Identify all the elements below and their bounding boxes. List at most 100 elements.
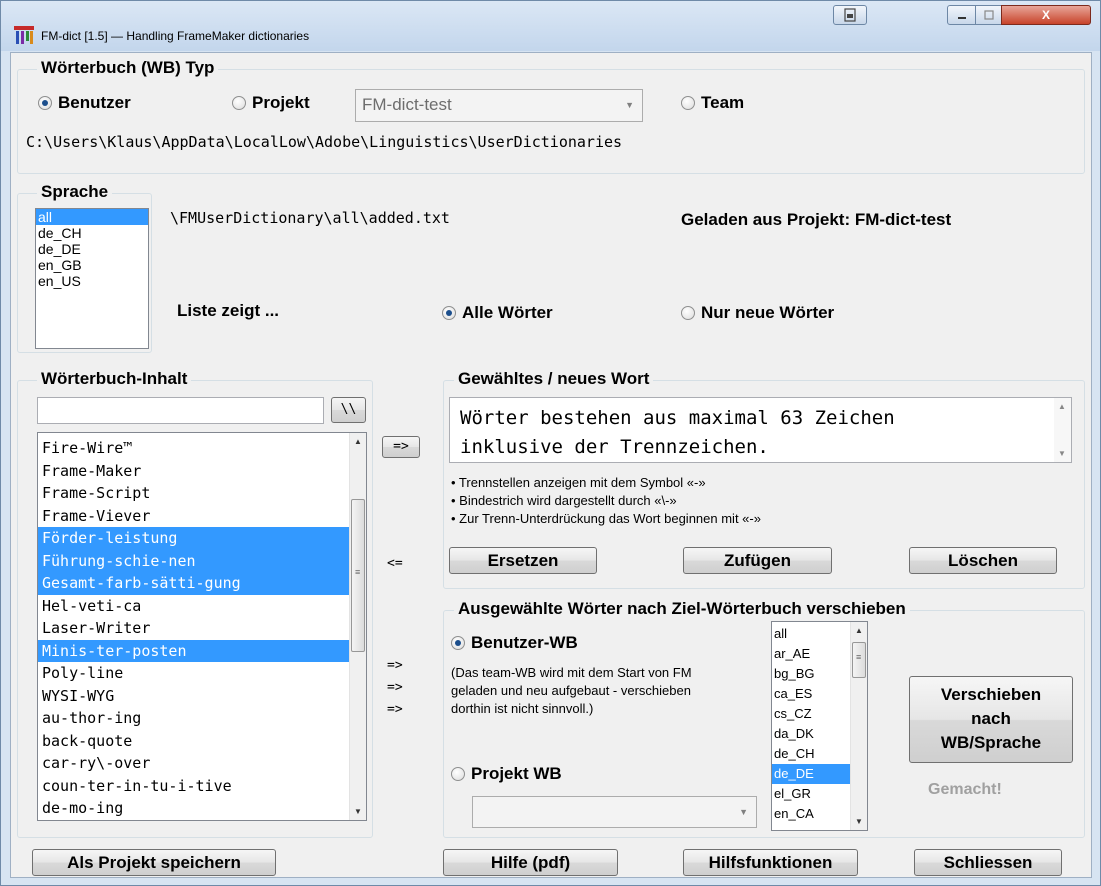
sprache-list-item[interactable]: de_DE (36, 241, 148, 257)
word-list-item[interactable]: Laser-Writer (38, 617, 350, 640)
word-textarea-scrollbar[interactable]: ▲ ▼ (1054, 398, 1071, 462)
word-list-item[interactable]: Gesamt-farb-sätti-gung (38, 572, 350, 595)
sprache-listbox[interactable]: all de_CH de_DE en_GB en_US (35, 208, 149, 349)
move-to-wb-button[interactable]: Verschieben nach WB/Sprache (909, 676, 1073, 763)
word-list-item[interactable]: au-thor-ing (38, 707, 350, 730)
radio-projekt-wb[interactable]: Projekt WB (451, 764, 562, 784)
target-language-item[interactable]: de_CH (772, 744, 851, 764)
word-list-item[interactable]: de-mo-ing (38, 797, 350, 820)
app-icon (14, 26, 34, 44)
hint-3: • Zur Trenn-Unterdrückung das Wort begin… (451, 511, 761, 526)
app-window: FM-dict [1.5] — Handling FrameMaker dict… (0, 0, 1101, 886)
word-list-item[interactable]: Förder-leistung (38, 527, 350, 550)
note-line2: geladen und neu aufgebaut - verschieben (451, 683, 691, 698)
target-language-listbox[interactable]: all ar_AE bg_BG ca_ES cs_CZ da_DK de_CH de_DE el… (771, 621, 868, 831)
radio-selected-icon (38, 96, 52, 110)
word-list-item[interactable]: WYSI-WYG (38, 685, 350, 708)
target-language-item[interactable]: ca_ES (772, 684, 851, 704)
close-app-button[interactable]: Schliessen (914, 849, 1062, 876)
words-scrollbar[interactable]: ▲ ≡ ▼ (349, 433, 366, 820)
radio-unselected-icon (681, 96, 695, 110)
minimize-icon (957, 17, 966, 19)
target-language-item[interactable]: de_DE (772, 764, 851, 784)
radio-alle-woerter[interactable]: Alle Wörter (442, 303, 553, 323)
window-title: FM-dict [1.5] — Handling FrameMaker dict… (41, 29, 310, 43)
scroll-down-icon[interactable]: ▼ (350, 803, 366, 820)
words-listbox[interactable]: Fire-Wire™ Frame-Maker Frame-Script Frame-V… (37, 432, 367, 821)
target-language-item[interactable]: cs_CZ (772, 704, 851, 724)
sprache-list-item[interactable]: de_CH (36, 225, 148, 241)
target-language-item[interactable]: el_GR (772, 784, 851, 804)
filter-input[interactable] (37, 397, 324, 424)
project-combo[interactable]: FM-dict-test ▼ (355, 89, 643, 122)
scroll-up-icon[interactable]: ▲ (851, 622, 867, 639)
scroll-thumb[interactable]: ≡ (852, 642, 866, 678)
target-language-item[interactable]: da_DK (772, 724, 851, 744)
add-button[interactable]: Zufügen (683, 547, 832, 574)
wb-type-group-label: Wörterbuch (WB) Typ (37, 58, 219, 78)
title-bar[interactable]: FM-dict [1.5] — Handling FrameMaker dict… (1, 1, 1100, 51)
client-area: Wörterbuch (WB) Typ Benutzer Projekt FM-… (10, 52, 1092, 878)
target-language-item[interactable]: all (772, 624, 851, 644)
scroll-thumb[interactable]: ≡ (351, 499, 365, 652)
word-list-item[interactable]: Poly-line (38, 662, 350, 685)
scroll-down-icon[interactable]: ▼ (851, 813, 867, 830)
radio-benutzer-wb-label: Benutzer-WB (471, 633, 578, 652)
word-list-item[interactable]: car-ry\-over (38, 752, 350, 775)
hint-1: • Trennstellen anzeigen mit dem Symbol «… (451, 475, 706, 490)
radio-team-label: Team (701, 93, 745, 112)
minimize-button[interactable] (947, 5, 976, 25)
target-language-item[interactable]: ar_AE (772, 644, 851, 664)
radio-projekt[interactable]: Projekt (232, 93, 310, 113)
project-wb-combo[interactable]: ▼ (472, 796, 757, 828)
help-pdf-button[interactable]: Hilfe (pdf) (443, 849, 618, 876)
copy-to-word-button[interactable]: => (382, 436, 420, 458)
sprache-list-item[interactable]: all (36, 209, 148, 225)
word-list-item[interactable]: Frame-Viever (38, 505, 350, 528)
sprache-list-item[interactable]: en_US (36, 273, 148, 289)
move-button-line3: WB/Sprache (940, 733, 1042, 752)
word-text-line2: inklusive der Trennzeichen. (460, 436, 769, 458)
move-button-line2: nach (971, 709, 1011, 728)
radio-benutzer[interactable]: Benutzer (38, 93, 131, 113)
target-language-item[interactable]: en_CA (772, 804, 851, 824)
hint-2: • Bindestrich wird dargestellt durch «\-… (451, 493, 677, 508)
word-list-item[interactable]: Frame-Script (38, 482, 350, 505)
filter-button[interactable]: \\ (331, 397, 366, 423)
word-list-item[interactable]: back-quote (38, 730, 350, 753)
aero-extra-button[interactable] (833, 5, 867, 25)
word-list-item[interactable]: Führung-schie-nen (38, 549, 350, 572)
word-textarea[interactable]: Wörter bestehen aus maximal 63 Zeichen i… (449, 397, 1072, 463)
move-button-line1: Verschieben (940, 685, 1042, 704)
delete-button[interactable]: Löschen (909, 547, 1057, 574)
word-list-item[interactable]: Hel-veti-ca (38, 595, 350, 618)
maximize-button[interactable] (975, 5, 1002, 25)
radio-nur-neue-woerter[interactable]: Nur neue Wörter (681, 303, 834, 323)
scroll-down-icon[interactable]: ▼ (1058, 449, 1066, 458)
list-shows-label: Liste zeigt ... (177, 301, 280, 320)
replace-button[interactable]: Ersetzen (449, 547, 597, 574)
helper-functions-button[interactable]: Hilfsfunktionen (683, 849, 858, 876)
take-word-arrow[interactable]: <= (387, 556, 403, 571)
target-language-item[interactable]: bg_BG (772, 664, 851, 684)
save-as-project-button[interactable]: Als Projekt speichern (32, 849, 276, 876)
word-list-item[interactable]: coun-ter-in-tu-i-tive (38, 775, 350, 798)
word-list-item[interactable]: Fire-Wire™ (38, 437, 350, 460)
grip-icon: ≡ (856, 652, 862, 662)
sprache-list-item[interactable]: en_GB (36, 257, 148, 273)
radio-team[interactable]: Team (681, 93, 744, 113)
scroll-up-icon[interactable]: ▲ (350, 433, 366, 450)
radio-benutzer-label: Benutzer (58, 93, 131, 112)
language-scrollbar[interactable]: ▲ ≡ ▼ (850, 622, 867, 830)
close-button[interactable]: X (1001, 5, 1091, 25)
radio-alle-woerter-label: Alle Wörter (462, 303, 553, 322)
status-done: Gemacht! (928, 781, 1002, 798)
note-line1: (Das team-WB wird mit dem Start von FM (451, 665, 692, 680)
word-list-item[interactable]: Frame-Maker (38, 460, 350, 483)
move-group-label: Ausgewählte Wörter nach Ziel-Wörterbuch … (454, 599, 910, 619)
move-arrow-3: => (387, 702, 403, 717)
scroll-up-icon[interactable]: ▲ (1058, 402, 1066, 411)
radio-benutzer-wb[interactable]: Benutzer-WB (451, 633, 578, 653)
word-list-item[interactable]: Minis-ter-posten (38, 639, 350, 662)
radio-projekt-wb-label: Projekt WB (471, 764, 562, 783)
